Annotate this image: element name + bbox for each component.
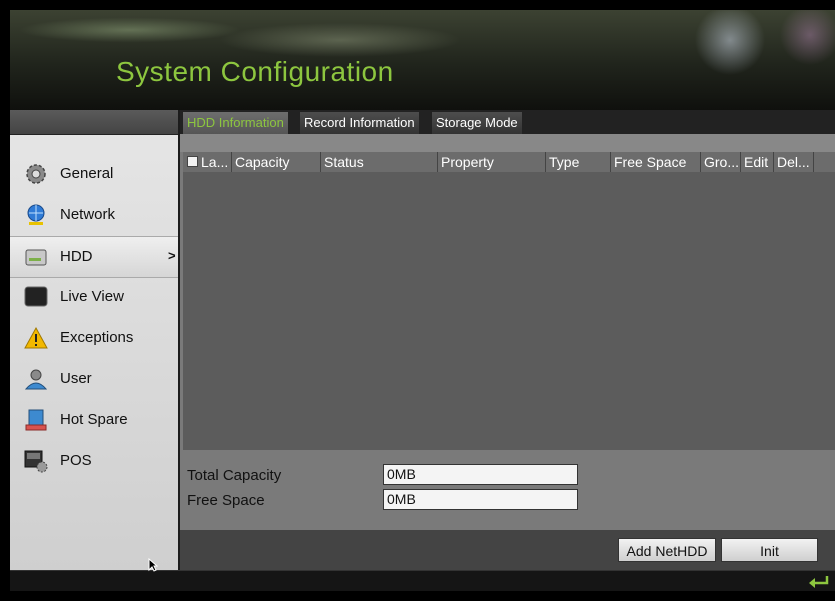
sub-header-bar: [180, 134, 835, 152]
tab-hdd-information[interactable]: HDD Information: [183, 112, 288, 134]
table-header-row: La... Capacity Status Property Type Free…: [183, 152, 835, 172]
column-header-property[interactable]: Property: [437, 152, 545, 172]
column-header-type[interactable]: Type: [545, 152, 610, 172]
sidebar-item-label: Network: [60, 206, 116, 223]
warning-icon: [24, 326, 48, 349]
tab-record-information[interactable]: Record Information: [300, 112, 419, 134]
sidebar-item-pos[interactable]: POS: [10, 441, 178, 481]
monitor-icon: [24, 286, 48, 307]
back-icon[interactable]: [807, 573, 829, 589]
page-title: System Configuration: [116, 56, 394, 87]
sidebar: General Network HDD > Live View Exceptio…: [10, 110, 178, 570]
sidebar-item-label: Exceptions: [60, 329, 134, 346]
status-bar: [10, 570, 835, 591]
sidebar-item-live-view[interactable]: Live View: [10, 277, 178, 317]
button-bar: Add NetHDD Init: [180, 530, 835, 570]
sidebar-item-label: Live View: [60, 288, 124, 305]
pos-icon: [24, 450, 48, 473]
total-capacity-label: Total Capacity: [187, 467, 282, 484]
column-header-capacity[interactable]: Capacity: [231, 152, 320, 172]
tab-bar: HDD Information Record Information Stora…: [180, 110, 835, 134]
user-icon: [24, 369, 48, 390]
column-header-filler: [813, 152, 835, 172]
network-globe-icon: [27, 204, 45, 225]
mouse-cursor-icon: [148, 558, 158, 572]
hdd-table: La... Capacity Status Property Type Free…: [183, 152, 835, 450]
sidebar-item-exceptions[interactable]: Exceptions: [10, 318, 178, 358]
sidebar-item-label: General: [60, 165, 114, 182]
column-header-status[interactable]: Status: [320, 152, 437, 172]
free-space-label: Free Space: [187, 492, 265, 509]
sidebar-item-hot-spare[interactable]: Hot Spare: [10, 400, 178, 440]
total-capacity-field: 0MB: [383, 464, 578, 485]
sidebar-item-general[interactable]: General: [10, 154, 178, 194]
sidebar-header: [10, 110, 178, 135]
sidebar-item-label: User: [60, 370, 92, 387]
sidebar-item-label: HDD: [60, 248, 93, 265]
column-header-edit[interactable]: Edit: [740, 152, 773, 172]
chevron-right-icon: >: [168, 248, 176, 263]
sidebar-item-label: Hot Spare: [60, 411, 128, 428]
column-header-group[interactable]: Gro...: [700, 152, 740, 172]
app-window: System Configuration General Network HDD…: [10, 10, 835, 591]
tab-storage-mode[interactable]: Storage Mode: [432, 112, 522, 134]
select-all-checkbox[interactable]: [187, 156, 198, 167]
column-header-free-space[interactable]: Free Space: [610, 152, 700, 172]
column-header-label[interactable]: La...: [183, 152, 231, 172]
init-button[interactable]: Init: [721, 538, 818, 562]
add-nethdd-button[interactable]: Add NetHDD: [618, 538, 716, 562]
gear-icon: [26, 164, 46, 184]
hot-spare-icon: [25, 409, 47, 431]
sidebar-item-user[interactable]: User: [10, 359, 178, 399]
main-panel: HDD Information Record Information Stora…: [180, 110, 835, 570]
sidebar-item-network[interactable]: Network: [10, 195, 178, 235]
sidebar-item-hdd[interactable]: HDD >: [10, 236, 178, 278]
column-header-delete[interactable]: Del...: [773, 152, 813, 172]
header-banner: System Configuration: [10, 10, 835, 110]
free-space-field: 0MB: [383, 489, 578, 510]
hdd-icon: [25, 249, 47, 266]
sidebar-item-label: POS: [60, 452, 92, 469]
